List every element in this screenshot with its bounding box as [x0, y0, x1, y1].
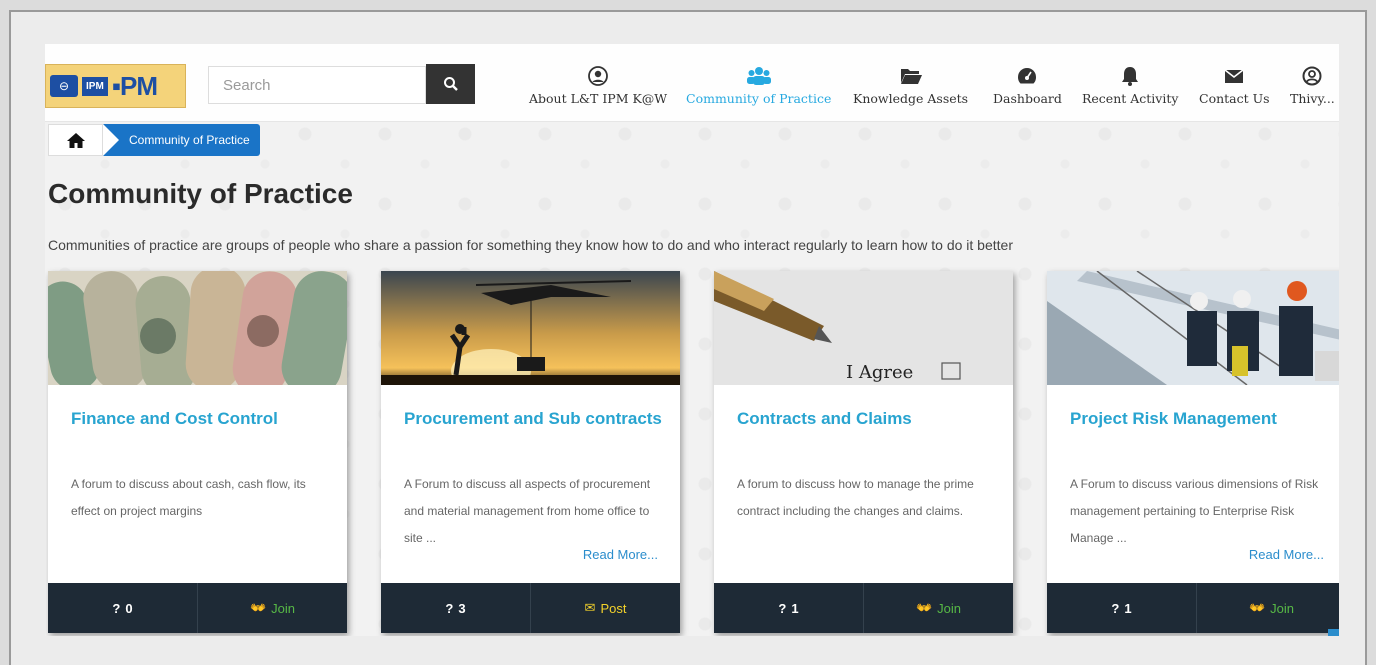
users-icon [746, 66, 771, 86]
card-footer: ? 0 👐 Join [48, 583, 347, 633]
nav-user-label: Thivy... [1290, 91, 1335, 106]
envelope-icon: ✉ [584, 600, 596, 615]
page: ⊖ IPM ▪PM About L&T IPM K@W Community of… [45, 44, 1339, 636]
navbar: ⊖ IPM ▪PM About L&T IPM K@W Community of… [45, 44, 1339, 122]
post-button[interactable]: ✉ Post [530, 583, 680, 633]
question-count: ? 1 [778, 600, 799, 616]
question-icon: ? [445, 600, 454, 616]
question-count: ? 1 [1111, 600, 1132, 616]
nav-recent-activity-label: Recent Activity [1082, 91, 1179, 106]
card-description: A forum to discuss about cash, cash flow… [71, 477, 306, 518]
home-icon [66, 133, 85, 148]
logo-ipm-text: IPM [82, 76, 108, 96]
nav-dashboard[interactable]: Dashboard [993, 66, 1062, 112]
card-contracts[interactable]: I Agree Contracts and Claims A forum to … [714, 271, 1013, 633]
helicopter-image [381, 271, 680, 385]
nav-dashboard-label: Dashboard [993, 91, 1062, 106]
question-count: ? 0 [112, 600, 133, 616]
card-description: A forum to discuss how to manage the pri… [737, 477, 974, 518]
card-title[interactable]: Project Risk Management [1070, 408, 1330, 430]
card-title[interactable]: Contracts and Claims [737, 408, 997, 430]
handshake-icon: 👐 [1248, 600, 1266, 615]
breadcrumb-current: Community of Practice [103, 124, 260, 156]
question-icon: ? [1111, 600, 1120, 616]
nav-about-label: About L&T IPM K@W [529, 91, 668, 106]
nav-user[interactable]: Thivy... [1290, 66, 1335, 112]
join-button[interactable]: 👐 Join [1196, 583, 1339, 633]
card-footer: ? 1 👐 Join [1047, 583, 1339, 633]
nav-about[interactable]: About L&T IPM K@W [529, 66, 667, 112]
page-description: Communities of practice are groups of pe… [48, 237, 1013, 253]
join-button[interactable]: 👐 Join [863, 583, 1013, 633]
card-title[interactable]: Finance and Cost Control [71, 408, 331, 430]
search-icon [443, 77, 458, 91]
card-finance[interactable]: Finance and Cost Control A forum to disc… [48, 271, 347, 633]
question-icon: ? [112, 600, 121, 616]
card-description: A Forum to discuss all aspects of procur… [404, 477, 651, 545]
search-input[interactable] [208, 66, 426, 104]
nav-community-of-practice[interactable]: Community of Practice [686, 66, 831, 112]
envelope-icon [1224, 66, 1244, 86]
user-icon [1302, 66, 1322, 86]
money-image [48, 271, 347, 385]
bell-icon [1121, 66, 1139, 86]
nav-contact-us-label: Contact Us [1199, 91, 1270, 106]
question-icon: ? [778, 600, 787, 616]
card-description: A Forum to discuss various dimensions of… [1070, 477, 1319, 545]
nav-knowledge-assets-label: Knowledge Assets [853, 91, 969, 106]
nav-recent-activity[interactable]: Recent Activity [1082, 66, 1178, 112]
question-count: ? 3 [445, 600, 466, 616]
card-procurement[interactable]: Procurement and Sub contracts A Forum to… [381, 271, 680, 633]
logo-pm-text: ▪PM [111, 70, 158, 101]
page-title: Community of Practice [48, 178, 353, 209]
read-more-link[interactable]: Read More... [1249, 547, 1324, 562]
breadcrumb-home[interactable] [48, 124, 103, 156]
handshake-icon: 👐 [249, 600, 267, 615]
search-button[interactable] [426, 64, 475, 104]
pen-agree-image: I Agree [714, 271, 1013, 385]
join-button[interactable]: 👐 Join [197, 583, 347, 633]
card-risk[interactable]: Project Risk Management A Forum to discu… [1047, 271, 1339, 633]
read-more-link[interactable]: Read More... [583, 547, 658, 562]
nav-knowledge-assets[interactable]: Knowledge Assets [853, 66, 968, 112]
card-footer: ? 3 ✉ Post [381, 583, 680, 633]
card-title[interactable]: Procurement and Sub contracts [404, 408, 664, 430]
breadcrumb: Community of Practice [48, 124, 260, 156]
agree-text: I Agree [846, 362, 913, 383]
workers-image [1047, 271, 1339, 385]
nav-community-label: Community of Practice [686, 91, 832, 106]
card-footer: ? 1 👐 Join [714, 583, 1013, 633]
handshake-icon: 👐 [915, 600, 933, 615]
nav-contact-us[interactable]: Contact Us [1199, 66, 1270, 112]
user-circle-icon [588, 66, 608, 86]
globe-logo-icon: ⊖ [50, 75, 78, 97]
folder-open-icon [900, 66, 922, 86]
logo[interactable]: ⊖ IPM ▪PM [45, 64, 186, 108]
dashboard-icon [1017, 66, 1037, 86]
scroll-indicator[interactable] [1328, 629, 1339, 636]
